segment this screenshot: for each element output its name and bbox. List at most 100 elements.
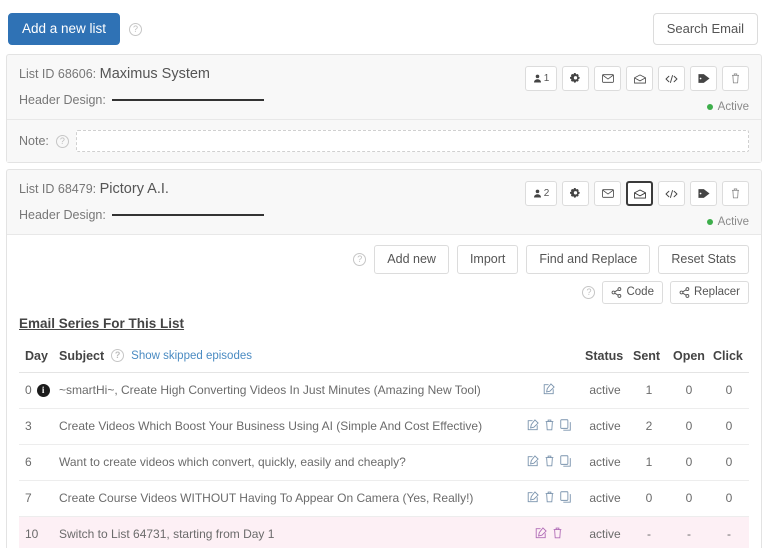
delete-row-button[interactable] <box>544 491 555 503</box>
trash-button[interactable] <box>722 181 749 206</box>
subject-text: Create Videos Which Boost Your Business … <box>59 419 483 434</box>
cell-open: - <box>669 516 709 548</box>
subscriber-count: 1 <box>543 73 550 84</box>
duplicate-row-button[interactable] <box>559 419 572 431</box>
cell-sent: - <box>629 516 669 548</box>
edit-row-button[interactable] <box>535 527 547 539</box>
copy-icon <box>559 491 571 503</box>
cell-sent: 1 <box>629 372 669 409</box>
cell-sent: 2 <box>629 408 669 445</box>
gear-icon <box>570 188 580 198</box>
subscribers-button[interactable]: 1 <box>525 66 557 91</box>
cell-status: active <box>581 516 629 548</box>
edit-icon <box>527 491 539 503</box>
cell-open: 0 <box>669 372 709 409</box>
envelope-icon <box>601 74 614 83</box>
note-row: Note: ? <box>7 119 761 162</box>
series-share-actions: ? Code Replacer <box>19 281 749 304</box>
column-header-sent: Sent <box>629 342 669 373</box>
list-tool-buttons: 1 <box>525 66 749 91</box>
code-icon <box>665 189 678 198</box>
list-tools: 2 Active <box>525 181 749 228</box>
reset-stats-button[interactable]: Reset Stats <box>658 245 749 274</box>
table-row: 3 Create Videos Which Boost Your Business… <box>19 408 749 445</box>
cell-actions <box>517 516 581 548</box>
code-button[interactable] <box>658 181 685 206</box>
delete-row-button[interactable] <box>544 419 555 431</box>
delete-row-button[interactable] <box>544 455 555 467</box>
header-design-row: Header Design: <box>19 208 264 222</box>
series-actions-help-icon[interactable]: ? <box>353 253 367 266</box>
settings-gear-button[interactable] <box>562 181 589 206</box>
trash-button[interactable] <box>722 66 749 91</box>
cell-actions <box>517 480 581 517</box>
status-label: Active <box>717 216 749 228</box>
subscribers-button[interactable]: 2 <box>525 181 557 206</box>
tag-button[interactable] <box>690 66 717 91</box>
edit-icon <box>543 383 555 395</box>
show-skipped-episodes-link[interactable]: Show skipped episodes <box>131 350 252 362</box>
settings-gear-button[interactable] <box>562 66 589 91</box>
table-body: 0 i ~smartHi~, Create High Converting Vide… <box>19 372 749 548</box>
list-tools: 1 Active <box>525 66 749 113</box>
envelope-open-button[interactable] <box>626 66 653 91</box>
list-card-pictory: List ID 68479: Pictory A.I. Header Desig… <box>6 169 762 548</box>
table-row: 10 Switch to List 64731, starting from Da… <box>19 516 749 548</box>
day-value: 0 <box>25 383 32 398</box>
envelope-button[interactable] <box>594 66 621 91</box>
edit-row-button[interactable] <box>543 383 555 395</box>
list-identity: List ID 68606: Maximus System Header Des… <box>19 66 264 107</box>
series-actions: ? Add new Import Find and Replace Reset … <box>19 245 749 274</box>
subscriber-count: 2 <box>543 188 550 199</box>
add-new-list-button[interactable]: Add a new list <box>8 12 121 46</box>
status-dot-icon <box>706 104 713 110</box>
table-header-row: Day Subject ? Show skipped episodes Stat… <box>19 342 749 373</box>
envelope-open-button[interactable] <box>626 181 653 206</box>
copy-icon <box>559 419 571 431</box>
code-share-button[interactable]: Code <box>602 281 663 304</box>
list-name: Maximus System <box>99 66 211 82</box>
search-email-button[interactable]: Search Email <box>652 13 758 45</box>
note-input[interactable] <box>75 130 749 152</box>
cell-actions <box>517 444 581 481</box>
delete-row-button[interactable] <box>552 527 563 539</box>
column-header-subject: Subject ? Show skipped episodes <box>55 342 517 373</box>
duplicate-row-button[interactable] <box>559 491 572 503</box>
edit-row-button[interactable] <box>527 419 539 431</box>
cell-subject: Create Course Videos WITHOUT Having To A… <box>55 480 517 517</box>
subject-text: Want to create videos which convert, qui… <box>59 455 406 470</box>
edit-row-button[interactable] <box>527 491 539 503</box>
envelope-button[interactable] <box>594 181 621 206</box>
envelope-open-icon <box>633 188 646 198</box>
table-header: Day Subject ? Show skipped episodes Stat… <box>19 342 749 373</box>
page-root: Add a new list ? Search Email List ID 68… <box>0 0 768 548</box>
note-help-icon[interactable]: ? <box>55 134 69 148</box>
column-header-day: Day <box>19 342 55 373</box>
edit-row-button[interactable] <box>527 455 539 467</box>
list-title: List ID 68606: Maximus System <box>19 66 264 82</box>
table-row: 6 Want to create videos which convert, qu… <box>19 444 749 481</box>
cell-status: active <box>581 408 629 445</box>
cell-status: active <box>581 372 629 409</box>
gear-icon <box>570 73 580 83</box>
add-new-button[interactable]: Add new <box>374 245 449 274</box>
envelope-open-icon <box>633 73 646 83</box>
share-actions-help-icon[interactable]: ? <box>582 285 596 299</box>
table-row: 7 Create Course Videos WITHOUT Having To … <box>19 480 749 517</box>
subject-text: ~smartHi~, Create High Converting Videos… <box>59 383 481 398</box>
list-card-header: List ID 68606: Maximus System Header Des… <box>7 55 761 119</box>
replacer-share-button[interactable]: Replacer <box>669 281 749 304</box>
info-badge-icon[interactable]: i <box>36 383 50 397</box>
duplicate-row-button[interactable] <box>559 455 572 467</box>
subject-help-icon[interactable]: ? <box>111 349 125 363</box>
tag-button[interactable] <box>690 181 717 206</box>
add-new-list-help-icon[interactable]: ? <box>129 22 143 36</box>
list-id-label: List ID 68606: <box>19 67 97 81</box>
code-button[interactable] <box>658 66 685 91</box>
cell-sent: 1 <box>629 444 669 481</box>
subject-text: Create Course Videos WITHOUT Having To A… <box>59 491 474 506</box>
import-button[interactable]: Import <box>456 245 519 274</box>
cell-day: 0i <box>19 372 55 409</box>
find-and-replace-button[interactable]: Find and Replace <box>526 245 651 274</box>
person-icon <box>533 189 541 198</box>
